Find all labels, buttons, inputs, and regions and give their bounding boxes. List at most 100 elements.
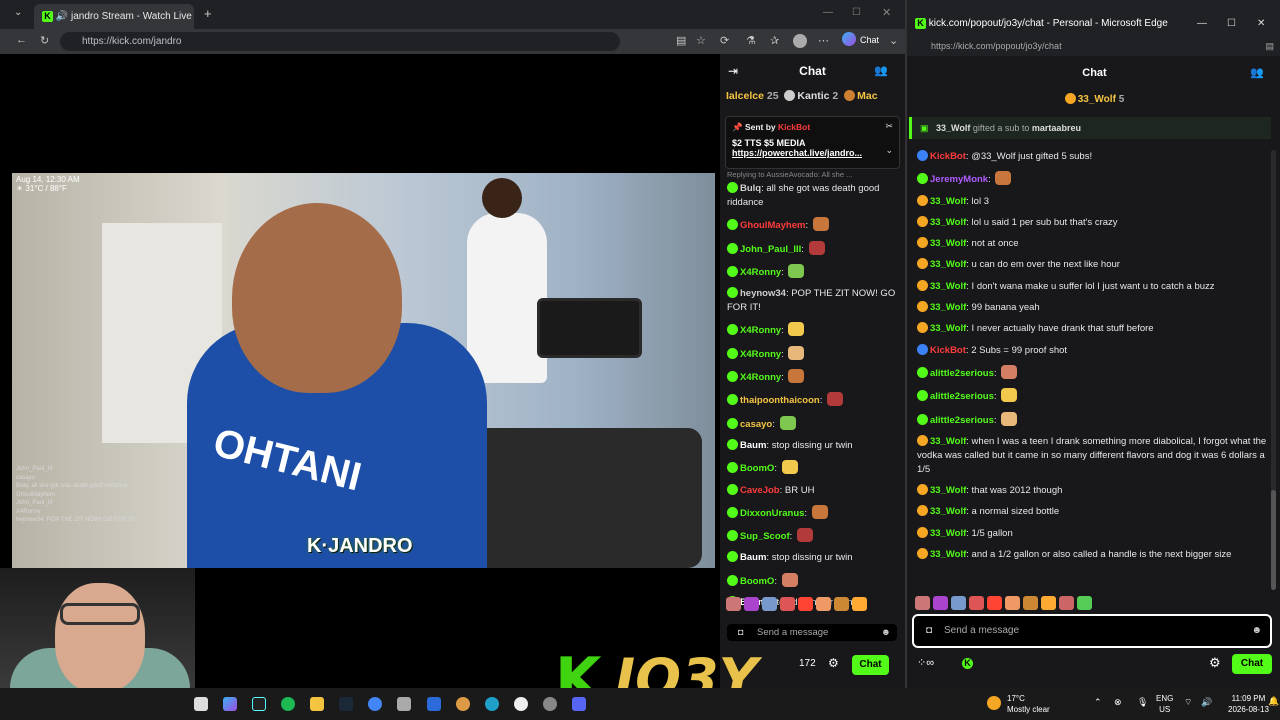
chat-message[interactable]: alittle2serious: xyxy=(917,364,1267,381)
refresh-icon[interactable]: ⟳ xyxy=(720,34,729,47)
chat-username[interactable]: alittle2serious xyxy=(930,415,994,426)
chat-message[interactable]: Baum: stop dissing ur twin xyxy=(727,551,902,565)
users-icon[interactable]: 👥 xyxy=(1250,66,1264,79)
chat-username[interactable]: thaipoonthaicoon xyxy=(740,395,820,406)
app-icon[interactable] xyxy=(456,697,470,711)
chat-message[interactable]: John_Paul_III: xyxy=(727,240,902,257)
chat-message[interactable]: 33_Wolf: that was 2012 though xyxy=(917,484,1267,498)
emoji-icon[interactable]: ☻ xyxy=(881,624,891,641)
chat-message[interactable]: 33_Wolf: lol u said 1 per sub but that's… xyxy=(917,215,1267,230)
chat-username[interactable]: alittle2serious xyxy=(930,368,994,379)
chat-message[interactable]: 33_Wolf: lol 3 xyxy=(917,194,1267,209)
chat-username[interactable]: X4Ronny xyxy=(740,372,781,383)
chat-username[interactable]: JeremyMonk xyxy=(930,174,988,185)
chat-message[interactable]: thaipoonthaicoon: xyxy=(727,392,902,408)
right-send-message-input[interactable]: ◘ Send a message ☻ xyxy=(912,614,1272,648)
chat-username[interactable]: 33_Wolf xyxy=(930,506,966,517)
clock[interactable]: 11:09 PM 2026-08-13 xyxy=(1228,693,1269,715)
chat-username[interactable]: 33_Wolf xyxy=(930,323,966,334)
chat-username[interactable]: DixxonUranus xyxy=(740,508,804,519)
left-send-message-input[interactable]: ◘ Send a message ☻ xyxy=(727,624,897,641)
chat-scrollbar-thumb[interactable] xyxy=(1271,490,1276,590)
chat-message[interactable]: alittle2serious: xyxy=(917,388,1267,404)
chat-username[interactable]: BoomO xyxy=(740,463,774,474)
chat-username[interactable]: KickBot xyxy=(930,345,966,356)
chat-username[interactable]: 33_Wolf xyxy=(930,281,966,292)
chat-message[interactable]: X4Ronny: xyxy=(727,345,902,362)
right-url-bar[interactable]: https://kick.com/popout/jo3y/chat ▤ xyxy=(907,36,1280,56)
more-menu-icon[interactable]: ⋯ xyxy=(818,34,829,47)
chat-message[interactable]: 33_Wolf: u can do em over the next like … xyxy=(917,258,1267,272)
bluetooth-app-icon[interactable] xyxy=(427,697,441,711)
minimize-icon[interactable]: — xyxy=(823,7,833,18)
settings-gear-icon[interactable]: ⚙ xyxy=(828,656,839,670)
chat-message[interactable]: heynow34: POP THE ZIT NOW! GO FOR IT! xyxy=(727,287,902,315)
tab-active[interactable]: K 🔊 jandro Stream - Watch Live o xyxy=(34,4,194,29)
chat-username[interactable]: 33_Wolf xyxy=(930,217,966,228)
reader-icon[interactable]: ▤ xyxy=(1265,36,1274,56)
chat-message[interactable]: CaveJob: BR UH xyxy=(727,483,902,498)
chat-message[interactable]: BoomO: xyxy=(727,572,902,589)
settings-gear-icon[interactable]: ⚙ xyxy=(1209,655,1221,671)
calculator-icon[interactable] xyxy=(397,697,411,711)
edge-icon[interactable] xyxy=(485,697,499,711)
copilot-icon[interactable] xyxy=(223,697,237,711)
right-chat-send-button[interactable]: Chat xyxy=(1232,654,1272,674)
extension-icon[interactable]: ⚗ xyxy=(746,34,756,47)
weather-widget[interactable]: 17°C Mostly clear xyxy=(1007,693,1050,715)
chat-message[interactable]: 33_Wolf: I never actually have drank tha… xyxy=(917,322,1267,336)
kick-logo-icon[interactable]: K xyxy=(962,658,973,669)
chat-username[interactable]: 33_Wolf xyxy=(930,549,966,560)
terminal-icon[interactable] xyxy=(252,697,266,711)
users-icon[interactable]: 👥 xyxy=(874,64,888,77)
chatgpt-icon[interactable] xyxy=(514,697,528,711)
notification-icon[interactable]: 🔔 xyxy=(1268,696,1279,707)
chat-username[interactable]: 33_Wolf xyxy=(930,238,966,249)
chat-message[interactable]: JeremyMonk: xyxy=(917,171,1267,187)
chat-message[interactable]: BoomO: xyxy=(727,460,902,476)
chat-message[interactable]: KickBot: 2 Subs = 99 proof shot xyxy=(917,343,1267,358)
chat-username[interactable]: Baum xyxy=(740,440,766,451)
speaker-icon[interactable]: 🔊 xyxy=(56,11,68,22)
spotify-icon[interactable] xyxy=(281,697,295,711)
windows-start-icon[interactable] xyxy=(194,697,208,711)
tray-expand-icon[interactable]: ⌃ xyxy=(1094,697,1102,708)
chat-username[interactable]: 33_Wolf xyxy=(930,485,966,496)
favorite-star-icon[interactable]: ☆ xyxy=(696,34,706,47)
chat-message[interactable]: 33_Wolf: 99 banana yeah xyxy=(917,301,1267,315)
chat-username[interactable]: BoomO xyxy=(740,576,774,587)
chat-username[interactable]: casayo xyxy=(740,419,772,430)
url-field[interactable]: https://kick.com/jandro xyxy=(60,32,620,51)
leaderboard-item[interactable]: Kantic 2 xyxy=(784,90,838,102)
chat-message[interactable]: X4Ronny: xyxy=(727,369,902,385)
chat-message[interactable]: GhoulMayhem: xyxy=(727,217,902,233)
chat-message[interactable]: Sup_Scoof: xyxy=(727,528,902,544)
file-explorer-icon[interactable] xyxy=(310,697,324,711)
weather-moon-icon[interactable] xyxy=(987,696,1001,710)
top-gifter[interactable]: 33_Wolf 5 xyxy=(907,93,1280,105)
reload-icon[interactable]: ↻ xyxy=(40,34,49,47)
language-indicator[interactable]: ENG US xyxy=(1156,693,1173,715)
stream-video[interactable]: OHTANI K·JANDRO Aug 14, 12:30 AM ☀ 31°C … xyxy=(12,173,715,568)
new-tab-icon[interactable]: + xyxy=(204,6,212,21)
chat-username[interactable]: Bulq xyxy=(740,183,761,194)
chat-username[interactable]: X4Ronny xyxy=(740,267,781,278)
chat-username[interactable]: Baum xyxy=(740,552,766,563)
steam-icon[interactable] xyxy=(339,697,353,711)
back-icon[interactable]: ← xyxy=(16,34,27,46)
chat-message[interactable]: KickBot: @33_Wolf just gifted 5 subs! xyxy=(917,150,1267,164)
chat-username[interactable]: 33_Wolf xyxy=(930,259,966,270)
unpin-icon[interactable]: ✂ xyxy=(885,121,893,132)
close-icon[interactable]: ✕ xyxy=(882,6,891,19)
leaderboard-item[interactable]: Mac xyxy=(844,90,878,102)
copilot-icon[interactable] xyxy=(842,32,856,46)
chat-message[interactable]: 33_Wolf: 1/5 gallon xyxy=(917,526,1267,541)
chat-username[interactable]: X4Ronny xyxy=(740,349,781,360)
left-chat-send-button[interactable]: Chat xyxy=(852,655,889,675)
pinned-link[interactable]: https://powerchat.live/jandro... xyxy=(732,148,893,158)
chat-message[interactable]: 33_Wolf: I don't wana make u suffer lol … xyxy=(917,279,1267,294)
pinned-message[interactable]: 📌 Sent by KickBot $2 TTS $5 MEDIA https:… xyxy=(725,116,900,169)
chat-message[interactable]: X4Ronny: xyxy=(727,263,902,280)
chat-message[interactable]: DixxonUranus: xyxy=(727,504,902,521)
chat-username[interactable]: 33_Wolf xyxy=(930,196,966,207)
